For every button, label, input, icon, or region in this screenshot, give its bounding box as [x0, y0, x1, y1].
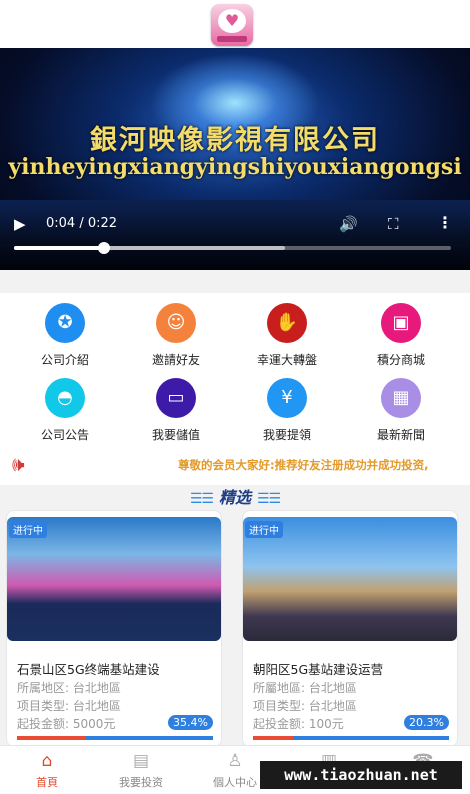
menu-item[interactable]: ▦ 最新新聞 — [343, 378, 459, 443]
menu-item-label: 邀請好友 — [151, 353, 200, 367]
video-subtitle: yinheyingxiangyingshiyouxiangongsi — [8, 154, 462, 180]
wallet-icon: ▭ — [156, 378, 196, 418]
points-mall-icon: ▣ — [381, 303, 421, 343]
menu-item-label: 幸運大轉盤 — [256, 353, 317, 367]
menu-item[interactable]: ▣ 積分商城 — [343, 303, 459, 368]
menu-item[interactable]: ✪ 公司介紹 — [7, 303, 123, 368]
handshake-icon: ✋ — [267, 303, 307, 343]
yen-coin-icon: ¥ — [267, 378, 307, 418]
tab-item[interactable]: ⌂ 首頁 — [0, 746, 94, 794]
project-card[interactable]: 进行中 朝阳区5G基站建设运营 所屬地區: 台北地區 项目类型: 台北地區 起投… — [242, 510, 458, 747]
invite-icon: ☺ — [156, 303, 196, 343]
grid-icon: ▦ — [381, 378, 421, 418]
menu-item-label: 最新新聞 — [376, 428, 425, 442]
menu-item[interactable]: ✋ 幸運大轉盤 — [229, 303, 345, 368]
bar-chart-icon: ▤ — [132, 751, 150, 771]
medal-icon: ✪ — [45, 303, 85, 343]
watermark: www.tiaozhuan.net — [260, 761, 462, 789]
project-region: 台北地區 — [72, 681, 121, 695]
fullscreen-icon[interactable]: ⛶ — [388, 215, 399, 233]
menu-item-label: 公司公告 — [40, 428, 89, 442]
status-badge: 进行中 — [245, 521, 283, 538]
project-progress-bar — [253, 736, 449, 740]
menu-item[interactable]: ¥ 我要提領 — [229, 378, 345, 443]
menu-item-label: 公司介紹 — [40, 353, 89, 367]
project-card[interactable]: 进行中 石景山区5G终端基站建设 所属地区: 台北地區 项目类型: 台北地區 起… — [6, 510, 222, 747]
more-options-icon[interactable]: ⋮ — [437, 213, 453, 232]
notice-bar: 🕪 尊敬的会员大家好:推荐好友注册成功并成功投资, — [0, 445, 470, 485]
tab-label: 我要投资 — [119, 776, 163, 789]
progress-percent: 20.3% — [404, 715, 449, 730]
project-name: 石景山区5G终端基站建设 — [17, 662, 160, 677]
project-amount: 5000元 — [72, 717, 116, 731]
heart-app-logo: ♥ — [211, 4, 253, 46]
feature-menu: ✪ 公司介紹 ☺ 邀請好友 ✋ 幸運大轉盤 ▣ 積分商城 ◓ 公司公告 ▭ 我要儲值 ¥ 我要提領 ▦ 最新新… — [0, 293, 470, 445]
video-progress-bar[interactable] — [14, 242, 451, 254]
tab-item[interactable]: ▤ 我要投资 — [94, 746, 188, 794]
progress-percent: 35.4% — [168, 715, 213, 730]
speaker-icon: 🕪 — [12, 452, 25, 476]
section-header: ☰☰ 精选 ☰☰ — [0, 485, 470, 511]
section-title: 精选 — [218, 488, 251, 507]
project-name: 朝阳区5G基站建设运营 — [253, 662, 384, 677]
notice-text: 尊敬的会员大家好:推荐好友注册成功并成功投资, — [178, 458, 429, 472]
project-amount: 100元 — [308, 717, 344, 731]
project-progress-bar — [17, 736, 213, 740]
video-title: 銀河映像影視有限公司 — [90, 125, 380, 156]
progress-thumb[interactable] — [97, 242, 110, 254]
project-type: 台北地區 — [72, 699, 121, 713]
menu-item-label: 積分商城 — [376, 353, 425, 367]
project-region: 台北地區 — [308, 681, 357, 695]
tab-label: 首頁 — [36, 776, 58, 789]
menu-item[interactable]: ◓ 公司公告 — [7, 378, 123, 443]
video-player[interactable]: 銀河映像影視有限公司 yinheyingxiangyingshiyouxiang… — [0, 48, 470, 270]
play-icon[interactable]: ▶ — [14, 215, 32, 233]
menu-item[interactable]: ☺ 邀請好友 — [118, 303, 234, 368]
menu-item[interactable]: ▭ 我要儲值 — [118, 378, 234, 443]
project-type: 台北地區 — [308, 699, 357, 713]
menu-item-label: 我要儲值 — [151, 428, 200, 442]
status-badge: 进行中 — [9, 521, 47, 538]
video-time: 0:04 / 0:22 — [46, 216, 118, 231]
menu-item-label: 我要提領 — [262, 428, 311, 442]
volume-icon[interactable]: 🔊 — [339, 215, 358, 233]
home-icon: ⌂ — [41, 751, 53, 771]
top-bar: ♥ — [0, 0, 470, 48]
android-icon: ◓ — [45, 378, 85, 418]
